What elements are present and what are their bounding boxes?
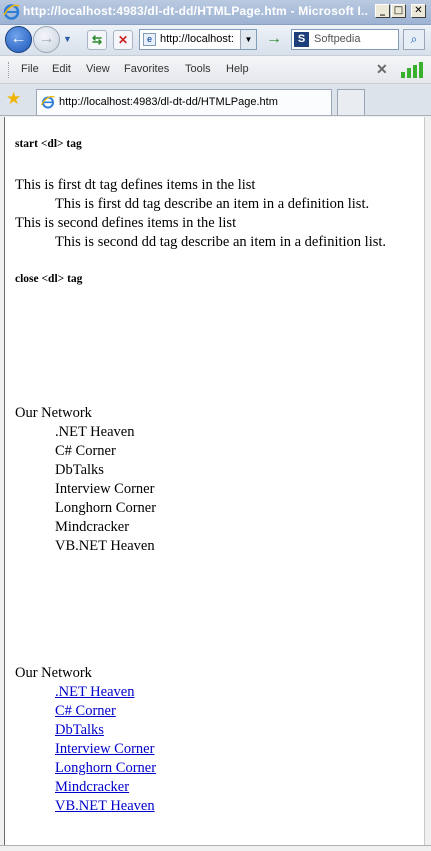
dd-item: This is first dd tag describe an item in…: [55, 196, 370, 212]
menu-view[interactable]: View: [86, 63, 110, 75]
menu-tools[interactable]: Tools: [185, 63, 211, 75]
ie-page-icon: [41, 96, 55, 109]
network-link[interactable]: VB.NET Heaven: [55, 798, 155, 815]
close-dl-label: close <dl> tag: [15, 273, 83, 285]
go-arrow-icon: →: [266, 30, 282, 47]
search-input[interactable]: Softpedia: [314, 33, 360, 45]
close-toolbar-icon[interactable]: ✕: [376, 61, 388, 78]
page-icon: e: [143, 33, 156, 46]
ie-logo-icon: [3, 4, 20, 20]
refresh-button[interactable]: ⇆: [87, 30, 107, 50]
forward-button[interactable]: →: [33, 26, 60, 53]
start-dl-label: start <dl> tag: [15, 138, 82, 150]
close-button[interactable]: ✕: [411, 4, 426, 18]
new-tab-button[interactable]: [337, 89, 365, 115]
address-dropdown-icon[interactable]: ▼: [240, 30, 256, 49]
network-link[interactable]: .NET Heaven: [55, 684, 134, 701]
favorites-star-icon[interactable]: ★: [6, 90, 21, 107]
toolbar-grip[interactable]: [8, 62, 11, 78]
network-link[interactable]: Interview Corner: [55, 741, 154, 758]
forward-arrow-icon: →: [38, 30, 55, 47]
back-button[interactable]: ←: [5, 26, 32, 53]
network-item: Interview Corner: [55, 481, 155, 497]
window-title: http://localhost:4983/dl-dt-dd/HTMLPage.…: [23, 4, 368, 18]
network-item: Longhorn Corner: [55, 500, 157, 516]
network-item: C# Corner: [55, 443, 116, 459]
search-button[interactable]: ⌕: [403, 29, 425, 50]
network-link[interactable]: Mindcracker: [55, 779, 129, 796]
title-bar: http://localhost:4983/dl-dt-dd/HTMLPage.…: [0, 0, 431, 25]
tab-current[interactable]: http://localhost:4983/dl-dt-dd/HTMLPage.…: [36, 89, 332, 115]
network-link[interactable]: DbTalks: [55, 722, 104, 739]
signal-bars-icon: [401, 62, 423, 78]
recent-pages-dropdown-icon[interactable]: ▼: [63, 34, 72, 44]
network-link[interactable]: Longhorn Corner: [55, 760, 156, 777]
stop-icon: ✕: [117, 33, 129, 47]
network-item: VB.NET Heaven: [55, 538, 155, 554]
page-content: start <dl> tag This is first dt tag defi…: [4, 117, 425, 847]
back-arrow-icon: ←: [10, 30, 27, 47]
tab-title: http://localhost:4983/dl-dt-dd/HTMLPage.…: [59, 96, 278, 108]
maximize-button[interactable]: □: [391, 4, 406, 18]
network-title: Our Network: [15, 405, 92, 421]
menu-help[interactable]: Help: [226, 63, 249, 75]
network-item: Mindcracker: [55, 519, 130, 535]
network-link[interactable]: C# Corner: [55, 703, 116, 720]
window-right-border: [425, 117, 431, 851]
search-box[interactable]: S Softpedia: [291, 29, 399, 50]
search-icon: ⌕: [410, 32, 418, 46]
dd-item: This is second dd tag describe an item i…: [55, 234, 387, 250]
menu-edit[interactable]: Edit: [52, 63, 71, 75]
address-input[interactable]: http://localhost:: [160, 33, 240, 45]
dt-item: This is first dt tag defines items in th…: [15, 177, 256, 193]
network-links-title: Our Network: [15, 665, 92, 681]
network-item: DbTalks: [55, 462, 104, 478]
network-item: .NET Heaven: [55, 424, 135, 440]
stop-button[interactable]: ✕: [113, 30, 133, 50]
search-provider-icon: S: [294, 32, 309, 47]
refresh-icon: ⇆: [91, 33, 103, 47]
menu-favorites[interactable]: Favorites: [124, 63, 169, 75]
menu-bar: File Edit View Favorites Tools Help ✕: [0, 55, 431, 84]
address-bar[interactable]: e http://localhost: ▼: [139, 29, 257, 50]
dt-item: This is second defines items in the list: [15, 215, 237, 231]
minimize-button[interactable]: _: [375, 4, 390, 18]
window-bottom-border: [0, 845, 431, 851]
go-button[interactable]: →: [264, 30, 284, 50]
menu-file[interactable]: File: [21, 63, 39, 75]
tab-bar: ★ http://localhost:4983/dl-dt-dd/HTMLPag…: [0, 84, 431, 116]
navigation-bar: ← → ▼ ⇆ ✕ e http://localhost: ▼ → S Soft…: [0, 25, 431, 55]
